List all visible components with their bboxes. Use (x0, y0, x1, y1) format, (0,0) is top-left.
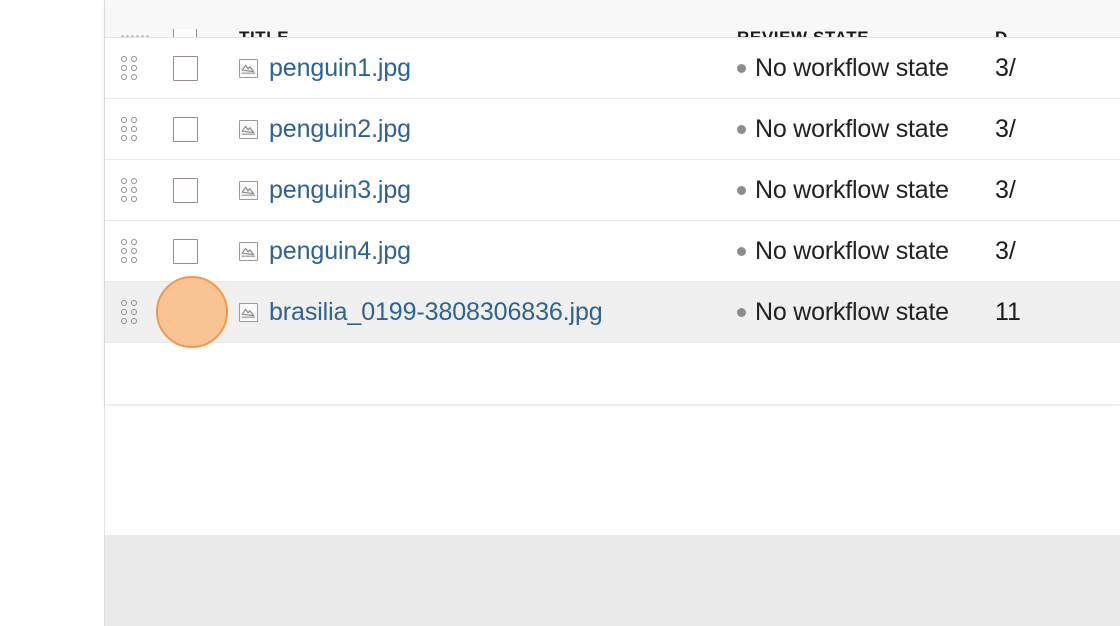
header-label-date: D (995, 28, 1008, 38)
row-checkbox[interactable] (173, 299, 198, 325)
row-select-cell[interactable] (161, 38, 225, 99)
row-title-cell: penguin1.jpg (225, 38, 729, 99)
image-file-icon (239, 180, 258, 200)
screen-root: TITLE REVIEW STATE D penguin1.jpg No wor… (0, 0, 1120, 626)
row-date-cell: 3/ (991, 38, 1120, 99)
table-row[interactable]: penguin1.jpg No workflow state 3/ (105, 37, 1120, 99)
table-row[interactable]: penguin2.jpg No workflow state 3/ (105, 98, 1120, 160)
header-row: TITLE REVIEW STATE D (105, 0, 1120, 38)
workflow-state-dot-icon (737, 63, 746, 73)
workflow-state-dot-icon (737, 185, 746, 195)
table-empty-cell (105, 343, 1120, 404)
row-review-state-cell: No workflow state (729, 38, 991, 99)
file-title-link[interactable]: brasilia_0199-3808306836.jpg (269, 298, 603, 327)
row-checkbox[interactable] (173, 177, 198, 203)
row-review-state-cell: No workflow state (729, 221, 991, 282)
workflow-state-label: No workflow state (755, 53, 949, 82)
header-cell-select-all[interactable] (161, 0, 225, 38)
image-file-icon (239, 119, 258, 139)
row-checkbox[interactable] (173, 116, 198, 142)
workflow-state-dot-icon (737, 246, 746, 256)
select-all-checkbox-icon[interactable] (173, 29, 197, 37)
header-cell-date[interactable]: D (991, 0, 1120, 38)
vertical-scrollbar-track[interactable] (86, 0, 181, 626)
asset-table-card: TITLE REVIEW STATE D penguin1.jpg No wor… (105, 0, 1120, 404)
row-drag-cell[interactable] (105, 99, 161, 160)
drag-handle-icon[interactable] (121, 55, 138, 81)
image-file-icon (239, 58, 258, 78)
header-label-review-state: REVIEW STATE (737, 28, 870, 38)
row-drag-cell[interactable] (105, 221, 161, 282)
header-label-title: TITLE (239, 28, 290, 38)
content-column: TITLE REVIEW STATE D penguin1.jpg No wor… (104, 0, 1120, 626)
footer-band (105, 535, 1120, 626)
table-row[interactable]: brasilia_0199-3808306836.jpg No workflow… (105, 281, 1120, 343)
row-select-cell[interactable] (161, 282, 225, 343)
file-title-link[interactable]: penguin3.jpg (269, 176, 411, 205)
workflow-state-dot-icon (737, 124, 746, 134)
asset-table: TITLE REVIEW STATE D penguin1.jpg No wor… (105, 0, 1120, 404)
table-empty-row (105, 342, 1120, 404)
row-drag-cell[interactable] (105, 160, 161, 221)
asset-table-body: penguin1.jpg No workflow state 3/ pengui… (105, 37, 1120, 404)
table-row[interactable]: penguin4.jpg No workflow state 3/ (105, 220, 1120, 282)
row-date-label: 3/ (995, 114, 1016, 143)
row-title-cell: penguin2.jpg (225, 99, 729, 160)
drag-handle-icon[interactable] (121, 299, 138, 325)
workflow-state-label: No workflow state (755, 114, 949, 143)
row-date-label: 3/ (995, 53, 1016, 82)
row-title-cell: penguin3.jpg (225, 160, 729, 221)
header-cell-title[interactable]: TITLE (225, 0, 729, 38)
row-checkbox[interactable] (173, 55, 198, 81)
image-file-icon (239, 241, 258, 261)
file-title-link[interactable]: penguin2.jpg (269, 115, 411, 144)
drag-handle-icon[interactable] (121, 238, 138, 264)
row-date-cell: 3/ (991, 99, 1120, 160)
row-title-cell: brasilia_0199-3808306836.jpg (225, 282, 729, 343)
header-cell-review-state[interactable]: REVIEW STATE (729, 0, 991, 38)
workflow-state-label: No workflow state (755, 236, 949, 265)
table-row[interactable]: penguin3.jpg No workflow state 3/ (105, 159, 1120, 221)
drag-handle-icon[interactable] (121, 177, 138, 203)
row-checkbox[interactable] (173, 238, 198, 264)
row-drag-cell[interactable] (105, 282, 161, 343)
file-title-link[interactable]: penguin4.jpg (269, 237, 411, 266)
row-date-label: 11 (995, 297, 1021, 326)
workflow-state-label: No workflow state (755, 297, 949, 326)
row-select-cell[interactable] (161, 99, 225, 160)
file-title-link[interactable]: penguin1.jpg (269, 54, 411, 83)
image-file-icon (239, 302, 258, 322)
row-select-cell[interactable] (161, 160, 225, 221)
row-date-cell: 3/ (991, 221, 1120, 282)
row-review-state-cell: No workflow state (729, 99, 991, 160)
row-date-cell: 11 (991, 282, 1120, 343)
row-date-label: 3/ (995, 236, 1016, 265)
row-review-state-cell: No workflow state (729, 160, 991, 221)
header-cell-handle (105, 0, 161, 38)
asset-table-header: TITLE REVIEW STATE D (105, 0, 1120, 38)
row-date-label: 3/ (995, 175, 1016, 204)
row-date-cell: 3/ (991, 160, 1120, 221)
row-title-cell: penguin4.jpg (225, 221, 729, 282)
row-review-state-cell: No workflow state (729, 282, 991, 343)
workflow-state-label: No workflow state (755, 175, 949, 204)
row-select-cell[interactable] (161, 221, 225, 282)
workflow-state-dot-icon (737, 307, 746, 317)
drag-handle-icon[interactable] (121, 116, 138, 142)
page-body-whitespace (105, 406, 1120, 535)
row-drag-cell[interactable] (105, 38, 161, 99)
